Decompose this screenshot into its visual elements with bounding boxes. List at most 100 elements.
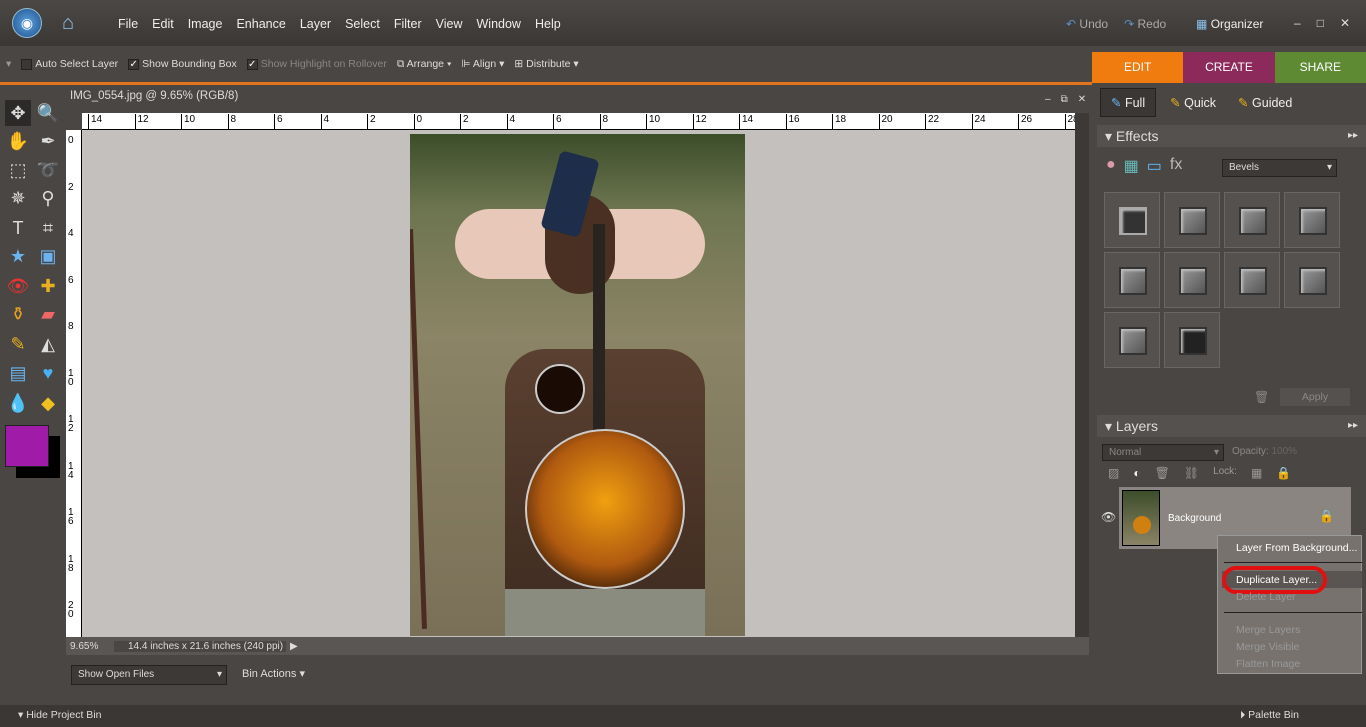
panel-menu-icon[interactable]: ▸▸ [1348,415,1358,437]
hide-project-bin-button[interactable]: ▾ Hide Project Bin [18,709,102,721]
menu-select[interactable]: Select [345,17,380,31]
menu-help[interactable]: Help [535,17,561,31]
fx-icon[interactable]: fx [1170,156,1182,176]
align-button[interactable]: ⊫ Align ▾ [461,58,504,70]
new-layer-icon[interactable]: ▨ [1108,466,1119,480]
custom-shape-icon[interactable]: ♥ [35,360,61,386]
tab-edit[interactable]: EDIT [1092,52,1184,83]
hand-tool-icon[interactable]: ✋ [5,128,31,154]
photo-effects-icon[interactable]: ▭ [1147,156,1162,176]
visibility-eye-icon[interactable]: 👁 [1101,510,1116,524]
menu-edit[interactable]: Edit [152,17,174,31]
menu-filter[interactable]: Filter [394,17,422,31]
menu-image[interactable]: Image [188,17,223,31]
distribute-button[interactable]: ⊞ Distribute ▾ [514,58,578,70]
doc-minimize-icon[interactable]: – [1045,94,1051,105]
tab-create[interactable]: CREATE [1183,52,1275,83]
move-tool-icon[interactable]: ✥ [5,100,31,126]
close-icon[interactable]: ✕ [1340,16,1350,30]
show-bounding-box-checkbox[interactable]: ✓ Show Bounding Box [128,58,237,70]
lock-transparent-icon[interactable]: ▦ [1251,466,1262,480]
redo-button[interactable]: ↷ Redo [1124,17,1166,31]
mode-guided[interactable]: ✎ Guided [1230,89,1300,116]
marquee-icon[interactable]: ⬚ [5,157,31,183]
blend-mode-dropdown[interactable]: Normal ▾ [1102,444,1224,461]
app-logo-icon[interactable]: ◉ [12,8,42,38]
apply-button[interactable]: Apply [1280,388,1350,406]
show-open-files-dropdown[interactable]: Show Open Files ▾ [71,665,227,685]
menu-item-flatten-image[interactable]: Flatten Image [1236,658,1300,670]
effects-category-dropdown[interactable]: Bevels ▾ [1222,159,1337,177]
adjustment-layer-icon[interactable]: ◐ [1133,466,1140,480]
delete-layer-icon[interactable]: 🗑 [1155,466,1170,480]
bevel-effect[interactable] [1284,252,1340,308]
show-highlight-checkbox[interactable]: ✓ Show Highlight on Rollover [246,58,387,70]
zoom-level[interactable]: 9.65% [66,641,114,652]
menu-file[interactable]: File [118,17,138,31]
status-menu-icon[interactable]: ▶ [286,641,298,652]
bevel-effect[interactable] [1164,192,1220,248]
menu-window[interactable]: Window [477,17,521,31]
mode-full[interactable]: ✎ Full [1100,87,1157,117]
arrange-button[interactable]: ⧉ Arrange ▾ [397,58,452,71]
gradient-icon[interactable]: ▤ [5,360,31,386]
layers-panel-header[interactable]: ▾ Layers ▸▸ [1097,415,1366,437]
bevel-effect[interactable] [1224,252,1280,308]
photo-image[interactable] [410,134,745,636]
brush-icon[interactable]: ✎ [5,331,31,357]
eraser-icon[interactable]: ▰ [35,301,61,327]
effects-panel-header[interactable]: ▾ Effects ▸▸ [1097,125,1366,147]
menu-layer[interactable]: Layer [300,17,331,31]
minimize-icon[interactable]: – [1294,16,1301,30]
maximize-icon[interactable]: □ [1317,16,1324,30]
trash-icon[interactable]: 🗑 [1254,390,1269,404]
lock-all-icon[interactable]: 🔒 [1276,466,1291,480]
palette-bin-button[interactable]: ⏵ Palette Bin [1240,709,1299,722]
opacity-control[interactable]: Opacity: 100% [1232,446,1297,457]
link-layers-icon[interactable]: ⛓ [1184,466,1199,480]
blur-icon[interactable]: 💧 [5,390,31,416]
lasso-icon[interactable]: ➰ [35,157,61,183]
auto-select-layer-checkbox[interactable]: Auto Select Layer [21,58,118,70]
paint-bucket-icon[interactable]: ◭ [35,331,61,357]
recompose-icon[interactable]: ▣ [35,243,61,269]
bevel-effect[interactable] [1284,192,1340,248]
home-icon[interactable]: ⌂ [62,12,86,34]
sponge-icon[interactable]: ◆ [35,390,61,416]
doc-restore-icon[interactable]: ⧉ [1061,94,1068,105]
crop-icon[interactable]: ⌗ [35,215,61,241]
zoom-tool-icon[interactable]: 🔍 [35,100,61,126]
doc-close-icon[interactable]: ✕ [1078,94,1086,105]
undo-button[interactable]: ↶ Undo [1066,17,1108,31]
menu-item-merge-layers[interactable]: Merge Layers [1236,624,1300,636]
menu-enhance[interactable]: Enhance [236,17,285,31]
filters-icon[interactable]: ● [1106,156,1116,176]
menu-item-duplicate-layer[interactable]: Duplicate Layer... [1236,574,1317,586]
shape-tool-icon[interactable]: ★ [5,243,31,269]
bevel-effect[interactable] [1164,312,1220,368]
menu-item-delete-layer[interactable]: Delete Layer [1236,591,1296,603]
eyedropper-icon[interactable]: ✒ [35,128,61,154]
menu-view[interactable]: View [436,17,463,31]
red-eye-icon[interactable]: 👁 [5,273,31,299]
vertical-scrollbar[interactable] [1075,113,1089,637]
panel-menu-icon[interactable]: ▸▸ [1348,125,1358,147]
bevel-effect[interactable] [1164,252,1220,308]
clone-stamp-icon[interactable]: ⚱ [5,301,31,327]
type-tool-icon[interactable]: T [5,215,31,241]
bevel-effect[interactable] [1104,312,1160,368]
quick-selection-icon[interactable]: ⚲ [35,185,61,211]
magic-wand-icon[interactable]: ✵ [5,185,31,211]
organizer-button[interactable]: ▦ Organizer [1196,17,1263,31]
layer-styles-icon[interactable]: ▦ [1124,156,1139,176]
tab-share[interactable]: SHARE [1274,52,1366,83]
healing-brush-icon[interactable]: ✚ [35,273,61,299]
menu-item-layer-from-background[interactable]: Layer From Background... [1236,542,1357,554]
bin-actions-button[interactable]: Bin Actions ▾ [242,667,305,680]
foreground-color-swatch[interactable] [5,425,49,467]
bevel-effect[interactable] [1224,192,1280,248]
mode-quick[interactable]: ✎ Quick [1156,89,1230,116]
menu-item-merge-visible[interactable]: Merge Visible [1236,641,1299,653]
bevel-effect[interactable] [1104,192,1160,248]
bevel-effect[interactable] [1104,252,1160,308]
